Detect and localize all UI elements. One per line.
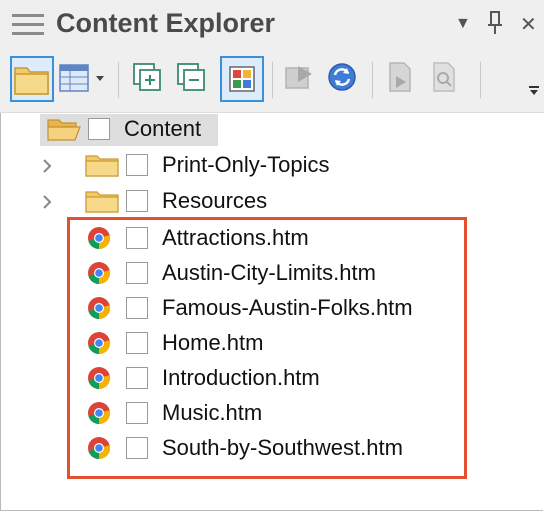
chevron-right-icon[interactable] (42, 194, 52, 210)
toolbar-overflow-icon[interactable] (528, 84, 540, 96)
menu-icon[interactable] (12, 12, 44, 38)
toolbar-collapse-all-button[interactable] (172, 56, 216, 102)
tree-item-label: Content (124, 116, 202, 141)
content-checkbox[interactable] (88, 118, 110, 140)
folder-icon (14, 67, 49, 95)
pin-icon[interactable] (487, 10, 503, 42)
folder-icon (85, 191, 119, 213)
send-icon (285, 66, 312, 89)
expand-all-icon (133, 63, 161, 91)
highlight-box (67, 217, 467, 479)
toolbar-send-button[interactable] (280, 56, 324, 102)
toolbar-separator (272, 62, 273, 98)
toolbar-separator (118, 62, 119, 98)
tree-folder-print-only-topics[interactable]: Print-Only-Topics (0, 148, 544, 182)
toolbar-separator (372, 62, 373, 98)
chevron-right-icon[interactable] (42, 158, 52, 174)
folder-checkbox[interactable] (126, 154, 148, 176)
close-icon[interactable]: ✕ (520, 12, 537, 37)
color-grid-icon (229, 66, 255, 92)
panel-title: Content Explorer (56, 8, 276, 38)
toolbar-separator (480, 62, 481, 98)
toolbar-table-button[interactable] (56, 56, 110, 102)
toolbar (0, 48, 544, 113)
tree-item-label: Print-Only-Topics (162, 152, 330, 177)
dropdown-icon[interactable]: ▼ (455, 15, 471, 33)
table-icon (59, 64, 104, 92)
folder-icon (85, 155, 119, 177)
toolbar-document-button[interactable] (380, 56, 424, 102)
toolbar-refresh-button[interactable] (322, 56, 366, 102)
folder-checkbox[interactable] (126, 190, 148, 212)
collapse-all-icon (177, 63, 205, 91)
toolbar-expand-all-button[interactable] (128, 56, 172, 102)
tree-item-label: Resources (162, 188, 268, 213)
refresh-icon (328, 63, 356, 91)
tree-root-content[interactable]: Content (0, 112, 544, 146)
toolbar-document-search-button[interactable] (424, 56, 468, 102)
document-icon (389, 62, 411, 92)
document-search-icon (433, 62, 455, 92)
open-folder-icon (47, 119, 81, 141)
toolbar-folder-button[interactable] (10, 56, 54, 102)
panel-titlebar: Content Explorer ▼ ✕ (0, 0, 544, 49)
tree-folder-resources[interactable]: Resources (0, 184, 544, 218)
toolbar-color-grid-button[interactable] (220, 56, 264, 102)
